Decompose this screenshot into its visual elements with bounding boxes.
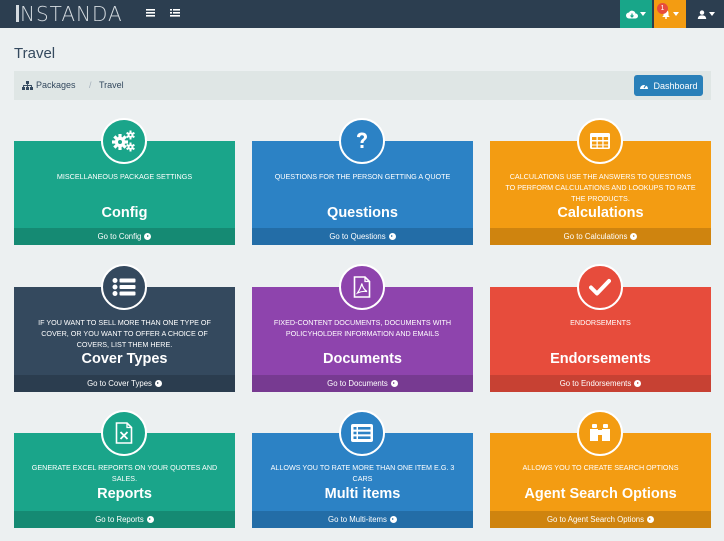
- arrow-circle-icon: [634, 380, 642, 387]
- excel-file-icon: [101, 410, 147, 456]
- instanda-logo[interactable]: NSTANDA: [16, 2, 123, 26]
- tile-description: IF YOU WANT TO SELL MORE THAN ONE TYPE O…: [38, 318, 211, 349]
- tile-title: Questions: [327, 205, 398, 221]
- tile-link[interactable]: Go to Questions: [252, 228, 473, 245]
- notification-badge: 1: [657, 3, 668, 14]
- tile-link[interactable]: Go to Calculations: [490, 228, 711, 245]
- tile-title: Agent Search Options: [524, 486, 677, 502]
- tile-link[interactable]: Go to Agent Search Options: [490, 511, 711, 528]
- breadcrumb: Packages / Travel Dashboard: [14, 71, 711, 100]
- tile-description: CALCULATIONS USE THE ANSWERS TO QUESTION…: [505, 172, 696, 203]
- top-navbar: NSTANDA 1: [0, 0, 724, 28]
- cloud-download-icon: [626, 10, 638, 18]
- arrow-circle-icon: [390, 380, 398, 387]
- tile-title: Multi items: [324, 486, 401, 502]
- table-icon: [577, 118, 623, 164]
- arrow-circle-icon: [144, 233, 152, 240]
- dashboard-button[interactable]: Dashboard: [634, 75, 703, 96]
- arrow-circle-icon: [388, 233, 396, 240]
- tile-title: Reports: [97, 486, 152, 502]
- arrow-circle-icon: [647, 516, 655, 523]
- chevron-down-icon: [673, 12, 679, 16]
- tile-link[interactable]: Go to Reports: [14, 511, 235, 528]
- user-icon: [697, 9, 707, 19]
- dashboard-icon: [640, 84, 649, 89]
- tile-link[interactable]: Go to Multi-items: [252, 511, 473, 528]
- chevron-down-icon: [640, 12, 646, 16]
- arrow-circle-icon: [146, 516, 154, 523]
- breadcrumb-packages[interactable]: Packages: [36, 80, 76, 90]
- tile-link[interactable]: Go to Cover Types: [14, 375, 235, 392]
- tile-link[interactable]: Go to Endorsements: [490, 375, 711, 392]
- breadcrumb-separator: /: [89, 80, 92, 90]
- tile-description: GENERATE EXCEL REPORTS ON YOUR QUOTES AN…: [31, 463, 218, 483]
- tile-title: Endorsements: [550, 351, 651, 367]
- notifications-button[interactable]: 1: [654, 0, 686, 28]
- binoculars-icon: [577, 410, 623, 456]
- breadcrumb-current: Travel: [99, 80, 124, 90]
- hamburger-icon[interactable]: [146, 8, 156, 18]
- cogs-icon: [101, 118, 147, 164]
- list-alt-icon: [339, 410, 385, 456]
- cloud-download-button[interactable]: [620, 0, 652, 28]
- page-title: Travel: [14, 45, 56, 62]
- tile-link[interactable]: Go to Config: [14, 228, 235, 245]
- tile-description: ENDORSEMENTS: [570, 318, 631, 327]
- tile-description: ALLOWS YOU TO CREATE SEARCH OPTIONS: [522, 463, 679, 472]
- tile-description: MISCELLANEOUS PACKAGE SETTINGS: [56, 172, 193, 181]
- list-icon[interactable]: [170, 8, 180, 18]
- arrow-circle-icon: [154, 380, 162, 387]
- chevron-down-icon: [709, 12, 715, 16]
- arrow-circle-icon: [630, 233, 638, 240]
- tile-title: Documents: [323, 351, 402, 367]
- tile-description: QUESTIONS FOR THE PERSON GETTING A QUOTE: [274, 172, 451, 181]
- tile-title: Calculations: [557, 205, 644, 221]
- tile-description: FIXED-CONTENT DOCUMENTS, DOCUMENTS WITH …: [273, 318, 452, 338]
- dashboard-button-label: Dashboard: [653, 80, 698, 91]
- tile-link[interactable]: Go to Documents: [252, 375, 473, 392]
- tile-title: Cover Types: [81, 351, 168, 367]
- pdf-file-icon: [339, 264, 385, 310]
- sitemap-icon: [22, 81, 33, 90]
- tile-description: ALLOWS YOU TO RATE MORE THAN ONE ITEM E.…: [270, 463, 455, 483]
- check-icon: [577, 264, 623, 310]
- arrow-circle-icon: [389, 516, 397, 523]
- user-menu-button[interactable]: [688, 0, 724, 28]
- tile-title: Config: [101, 205, 148, 221]
- list-icon: [101, 264, 147, 310]
- question-icon: [339, 118, 385, 164]
